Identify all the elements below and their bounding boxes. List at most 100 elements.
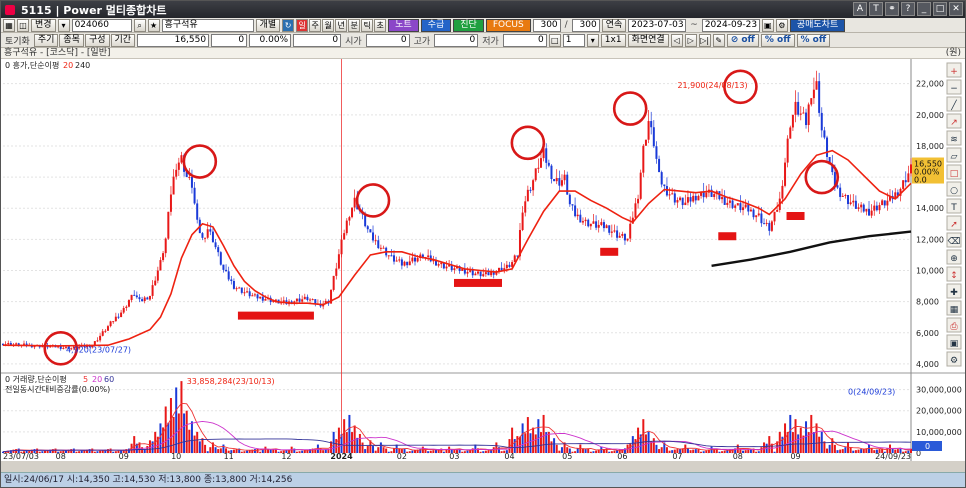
trend-icon[interactable]: ↗ [946, 113, 962, 129]
ellipse-icon[interactable]: ○ [946, 181, 962, 197]
setting-tab[interactable]: 종목 [59, 33, 84, 47]
candle-body [122, 308, 125, 313]
candle-body [555, 178, 558, 182]
candle-body [600, 222, 603, 225]
continuous-button[interactable]: 연속 [601, 18, 627, 32]
setting-tab[interactable]: 주기 [33, 33, 59, 47]
candle-body [222, 264, 225, 270]
volume-bar [177, 413, 180, 453]
crosshair-icon[interactable]: ✚ [946, 283, 962, 299]
candle-body [508, 264, 511, 267]
x-tick-label: 12 [281, 452, 291, 461]
volume-bar [206, 451, 209, 453]
period-button[interactable]: 분 [348, 18, 361, 32]
diagnosis-button[interactable]: 진단 [453, 18, 484, 32]
candle-body [668, 194, 671, 196]
settings-label: 토기화 [5, 36, 30, 47]
save-icon[interactable]: ▣ [761, 18, 774, 32]
fibo-icon[interactable]: ≋ [946, 130, 962, 146]
minimize-button[interactable]: _ [917, 2, 931, 16]
note-button[interactable]: 노트 [388, 18, 419, 32]
scroll-icon[interactable]: ↕ [946, 266, 962, 282]
date-from-input[interactable]: 2023-07-03 [628, 18, 687, 32]
settings-icon[interactable]: ⚙ [946, 351, 962, 367]
grid-view-icon[interactable]: ▦ [3, 18, 15, 32]
count-input-b[interactable]: 300 [571, 18, 600, 32]
count-input-a[interactable]: 300 [532, 18, 561, 32]
info-button[interactable]: A [853, 2, 867, 16]
volume-bar [240, 451, 243, 453]
stock-code-input[interactable]: 024060 [71, 18, 132, 32]
pen-icon[interactable]: ✎ [712, 33, 725, 47]
chart-type-icon[interactable]: ◫ [17, 18, 29, 32]
stock-name-field[interactable]: 흥구석유 [161, 18, 254, 32]
next-icon[interactable]: ▷ [684, 33, 697, 47]
candle-body [579, 214, 582, 223]
volume-bar [836, 450, 839, 453]
eraser-icon[interactable]: ⌫ [946, 232, 962, 248]
toggle-overlay-1[interactable]: ⊘ off [726, 33, 759, 47]
rect-icon[interactable]: □ [946, 164, 962, 180]
chart-area[interactable]: 4,0006,0008,00010,00012,00014,00016,0001… [1, 59, 965, 461]
date-to-input[interactable]: 2024-09-23 [701, 18, 760, 32]
focus-button[interactable]: FOCUS [485, 18, 531, 32]
candle-body [605, 225, 608, 229]
setting-tab[interactable]: 기간 [110, 33, 136, 47]
volume-bar [109, 448, 112, 453]
period-button[interactable]: 월 [322, 18, 335, 32]
candle-body [655, 146, 658, 159]
candle-body [193, 187, 196, 204]
chart-svg[interactable]: 4,0006,0008,00010,00012,00014,00016,0001… [1, 59, 965, 461]
period-button[interactable]: 틱 [361, 18, 374, 32]
setting-tab[interactable]: 구성 [84, 33, 110, 47]
price-tick-label: 4,000 [916, 360, 939, 369]
view-change-button[interactable]: 변경 [31, 18, 56, 32]
screen-link-button[interactable]: 화면연결 [627, 33, 669, 47]
link-button[interactable]: ⚭ [885, 2, 899, 16]
channel-icon[interactable]: ▱ [946, 147, 962, 163]
maximize-button[interactable]: □ [933, 2, 947, 16]
refresh-icon[interactable]: ↻ [282, 18, 295, 32]
price-tick-label: 14,000 [916, 204, 944, 213]
short-selling-chart-button[interactable]: 공매도차트 [789, 18, 846, 32]
volume-bar [78, 451, 81, 453]
zoom-in-icon[interactable]: + [946, 62, 962, 78]
search-icon[interactable]: ⌕ [133, 18, 146, 32]
x-tick-label: 10 [171, 452, 181, 461]
grid-icon[interactable]: ▦ [946, 300, 962, 316]
close-button[interactable]: ✕ [949, 2, 963, 16]
last-icon[interactable]: ▷| [698, 33, 711, 47]
arrow-icon[interactable]: ➚ [946, 215, 962, 231]
zoom-out-icon-glyph: − [950, 84, 958, 94]
spin-input[interactable]: 1 [562, 33, 585, 47]
eraser-icon-glyph: ⌫ [947, 237, 961, 247]
config-icon[interactable]: ⚙ [775, 18, 788, 32]
period-button[interactable]: 주 [309, 18, 322, 32]
prev-icon[interactable]: ◁ [670, 33, 683, 47]
period-button[interactable]: 초 [374, 18, 387, 32]
candle-body [474, 273, 477, 276]
favorite-star-icon[interactable]: ★ [147, 18, 160, 32]
line-tool-icon[interactable]: ╱ [946, 96, 962, 112]
toggle-overlay-2[interactable]: % off [760, 33, 795, 47]
zoom-out-icon[interactable]: − [946, 79, 962, 95]
period-button[interactable]: 년 [335, 18, 348, 32]
period-button[interactable]: 일 [296, 18, 309, 32]
magnet-icon[interactable]: ⊕ [946, 249, 962, 265]
volume-bar [870, 448, 873, 453]
supply-button[interactable]: 수급 [420, 18, 452, 32]
help-button[interactable]: ? [901, 2, 915, 16]
volume-tick-label: 10,000,000 [916, 428, 962, 437]
spin-arrow-icon[interactable]: ▾ [586, 33, 599, 47]
candle-body [902, 180, 905, 189]
dropdown-arrow-icon[interactable]: ▾ [57, 18, 70, 32]
individual-button[interactable]: 개별 [255, 18, 281, 32]
checkbox-icon[interactable]: □ [548, 33, 561, 47]
text-icon[interactable]: T [946, 198, 962, 214]
pin-button[interactable]: T [869, 2, 883, 16]
toggle-overlay-3[interactable]: % off [796, 33, 831, 47]
volume-bar [474, 444, 477, 453]
ratio-button[interactable]: 1x1 [600, 33, 626, 47]
save-icon[interactable]: ▣ [946, 334, 962, 350]
print-icon[interactable]: ⎙ [946, 317, 962, 333]
